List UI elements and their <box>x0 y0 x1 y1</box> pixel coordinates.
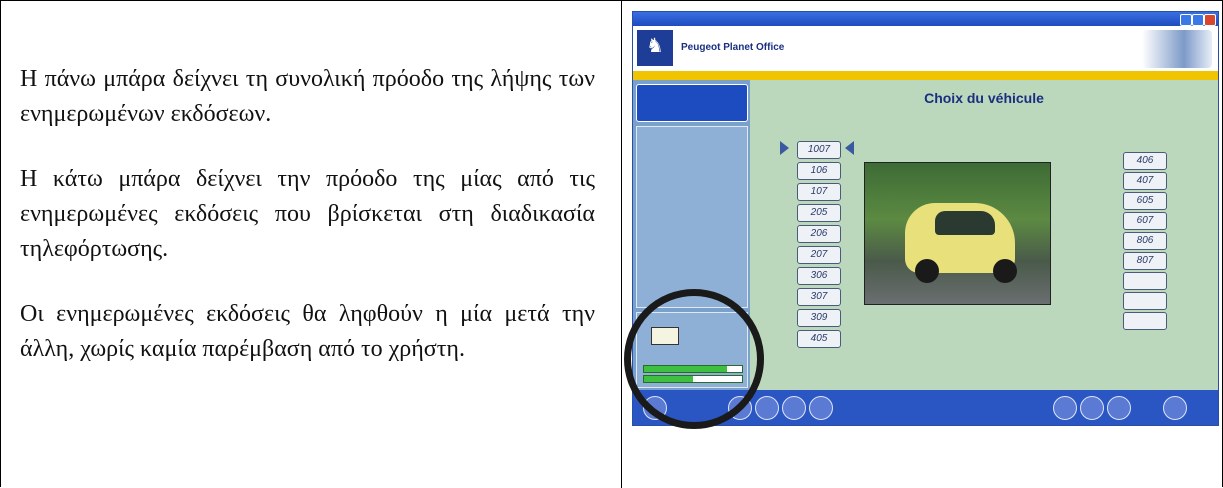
next-arrow-icon[interactable] <box>845 141 854 155</box>
toolbar-button-4[interactable] <box>809 396 833 420</box>
model-button[interactable]: 307 <box>797 288 841 306</box>
window-titlebar <box>633 12 1218 26</box>
page-title: Choix du véhicule <box>924 90 1044 106</box>
model-button[interactable]: 309 <box>797 309 841 327</box>
table-divider <box>621 0 622 488</box>
toolbar-button-5[interactable] <box>1053 396 1077 420</box>
model-button[interactable]: 1007 <box>797 141 841 159</box>
maximize-button[interactable] <box>1192 14 1204 26</box>
model-button[interactable]: 406 <box>1123 152 1167 170</box>
previous-arrow-icon[interactable] <box>780 141 789 155</box>
model-button[interactable] <box>1123 272 1167 290</box>
sidebar-panel <box>636 126 748 308</box>
model-button[interactable]: 807 <box>1123 252 1167 270</box>
model-button[interactable]: 107 <box>797 183 841 201</box>
help-button[interactable] <box>1107 396 1131 420</box>
paragraph-sequence: Οι ενημερωμένες εκδόσεις θα ληφθούν η μί… <box>20 301 595 362</box>
car-wheel-front <box>915 259 939 283</box>
model-button[interactable]: 206 <box>797 225 841 243</box>
vehicle-photo <box>864 162 1051 305</box>
brand-logo: ♞ <box>637 30 673 66</box>
model-button[interactable]: 306 <box>797 267 841 285</box>
car-windows <box>935 211 995 235</box>
ok-button[interactable] <box>1163 396 1187 420</box>
model-button[interactable]: 205 <box>797 204 841 222</box>
lion-icon: ♞ <box>646 35 664 57</box>
globe-banner-icon <box>1142 30 1212 68</box>
paragraph-top-bar: Η πάνω μπάρα δείχνει τη συνολική πρόοδο … <box>20 66 595 127</box>
close-button[interactable] <box>1204 14 1216 26</box>
model-button[interactable]: 605 <box>1123 192 1167 210</box>
model-button[interactable]: 106 <box>797 162 841 180</box>
app-header: ♞ Peugeot Planet Office <box>633 26 1218 71</box>
model-button[interactable]: 407 <box>1123 172 1167 190</box>
toolbar-button-6[interactable] <box>1080 396 1104 420</box>
paragraph-bottom-bar: Η κάτω μπάρα δείχνει την πρόοδο της μίας… <box>20 166 595 262</box>
model-button[interactable]: 806 <box>1123 232 1167 250</box>
model-button[interactable]: 607 <box>1123 212 1167 230</box>
minimize-button[interactable] <box>1180 14 1192 26</box>
sidebar-tab-vehicle[interactable] <box>636 84 748 122</box>
header-stripe <box>633 71 1218 80</box>
model-button[interactable]: 207 <box>797 246 841 264</box>
toolbar-button-2[interactable] <box>755 396 779 420</box>
toolbar-button-3[interactable] <box>782 396 806 420</box>
model-button[interactable] <box>1123 312 1167 330</box>
highlight-circle <box>624 289 764 429</box>
instruction-text-cell: Η πάνω μπάρα δείχνει τη συνολική πρόοδο … <box>20 62 595 397</box>
model-button[interactable]: 405 <box>797 330 841 348</box>
model-button[interactable] <box>1123 292 1167 310</box>
car-wheel-rear <box>993 259 1017 283</box>
brand-name: Peugeot Planet Office <box>681 42 785 53</box>
